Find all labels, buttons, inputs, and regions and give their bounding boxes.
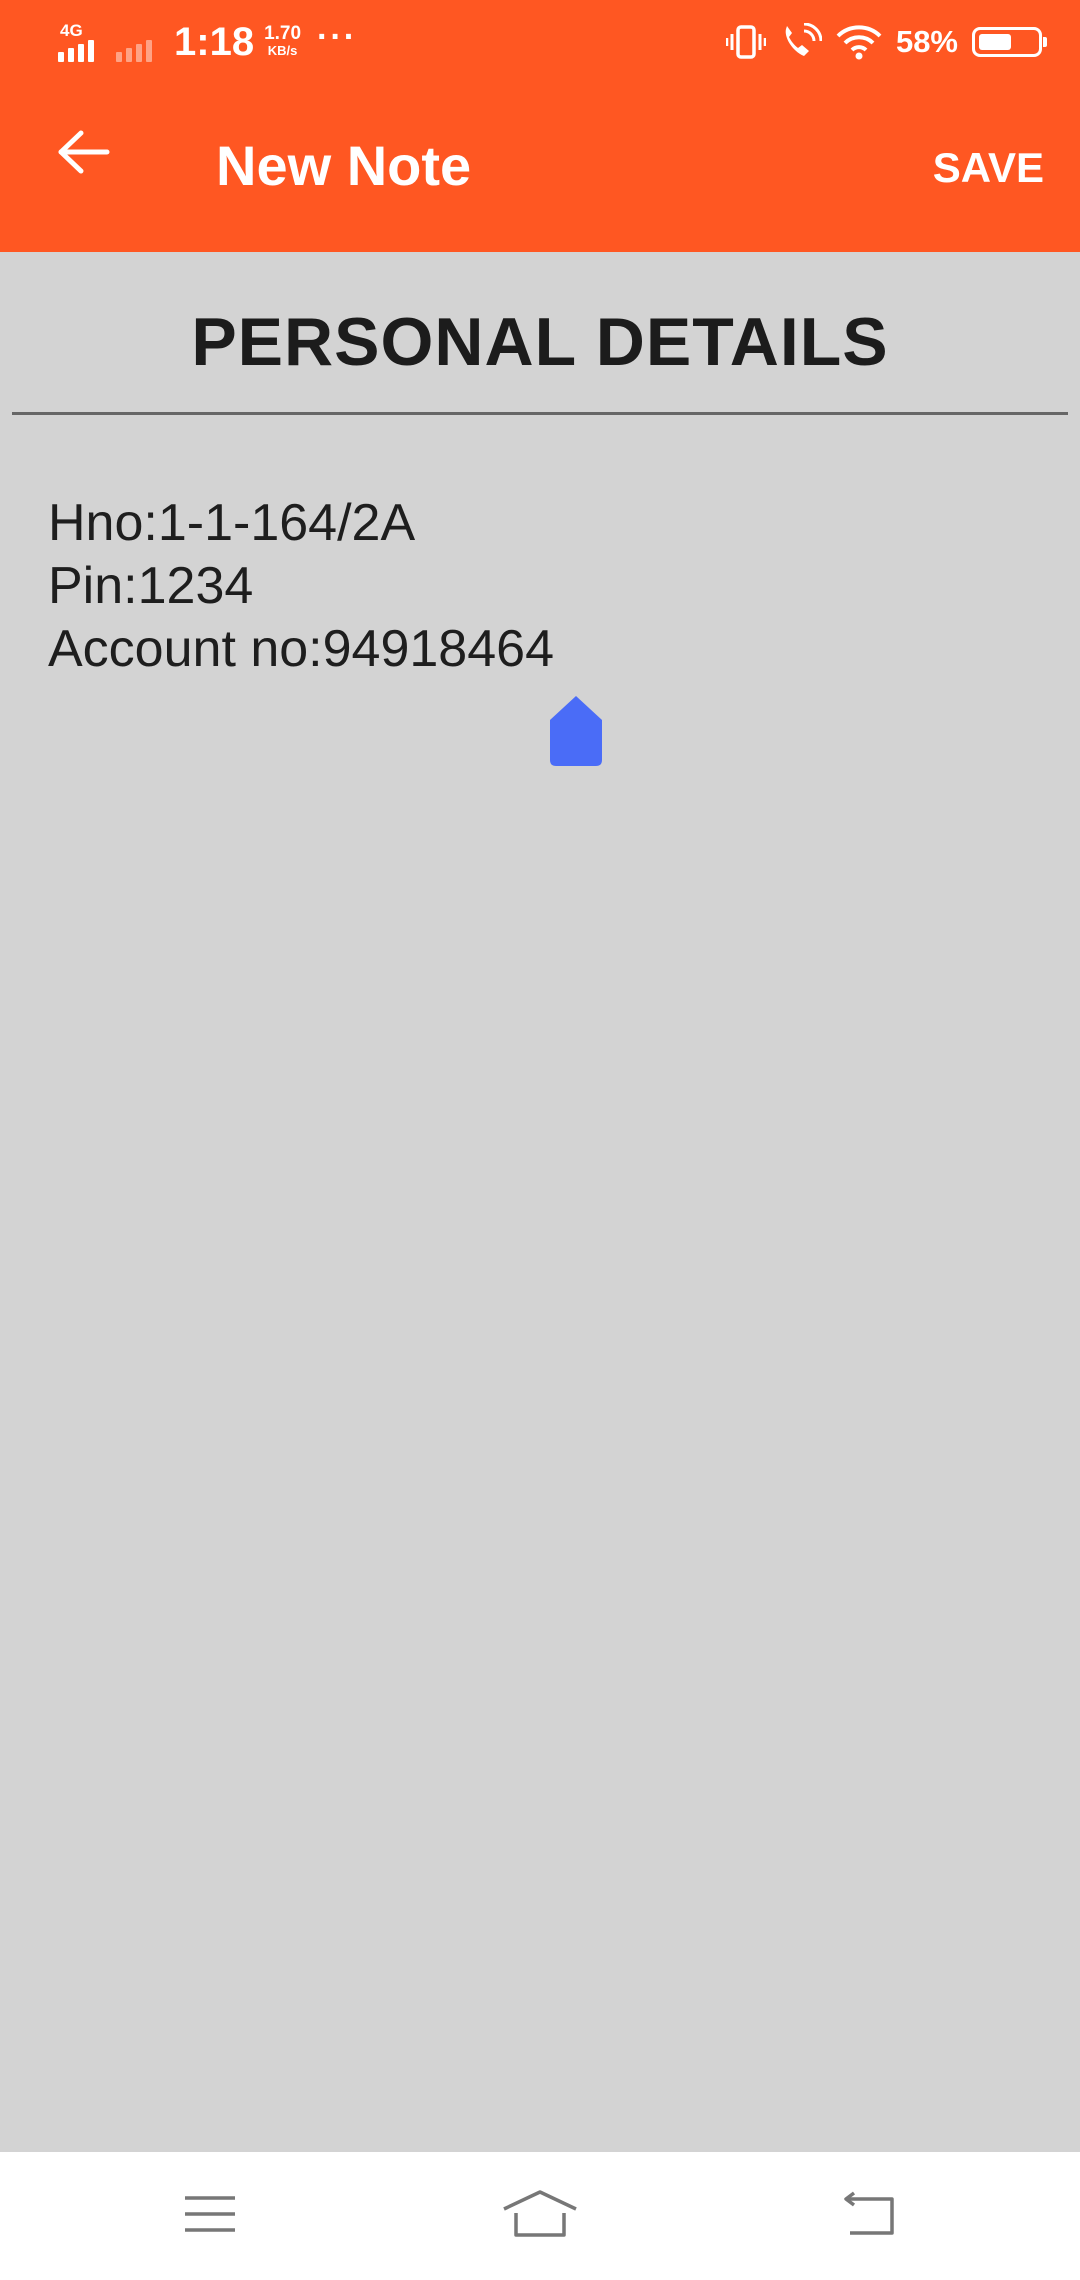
home-button[interactable] <box>500 2186 580 2246</box>
back-button[interactable] <box>44 114 124 194</box>
text-cursor-handle[interactable] <box>548 694 604 768</box>
system-back-button[interactable] <box>830 2186 910 2246</box>
menu-button[interactable] <box>170 2186 250 2246</box>
home-icon <box>502 2189 578 2244</box>
status-time: 1:18 <box>174 20 255 64</box>
network-type: 4G <box>60 21 83 40</box>
divider <box>12 412 1068 415</box>
signal-icon: 4G <box>58 22 106 62</box>
vibrate-icon <box>725 24 766 60</box>
more-notifications-icon: ··· <box>317 18 358 56</box>
save-button[interactable]: SAVE <box>933 144 1044 192</box>
arrow-back-icon <box>57 129 111 180</box>
note-line: Hno:1-1-164/2A <box>48 494 416 552</box>
app-bar: New Note SAVE <box>0 84 1080 252</box>
signal-icon-2 <box>116 22 152 62</box>
wifi-icon <box>836 24 882 60</box>
navigation-bar <box>0 2152 1080 2280</box>
menu-icon <box>183 2192 237 2241</box>
network-speed: 1.70 KB/s <box>264 23 302 58</box>
note-heading[interactable]: PERSONAL DETAILS <box>0 302 1080 382</box>
status-bar: 4G 1:18 1.70 KB/s ··· 58% <box>0 0 1080 84</box>
battery-percent: 58% <box>895 24 958 59</box>
back-icon <box>842 2191 898 2242</box>
wifi-calling-icon <box>780 23 822 61</box>
page-title: New Note <box>216 134 472 197</box>
battery-icon <box>972 27 1047 57</box>
note-body-input[interactable]: Hno:1-1-164/2A Pin:1234 Account no:94918… <box>48 492 554 681</box>
note-line: Pin:1234 <box>48 557 254 615</box>
note-line: Account no:94918464 <box>48 620 554 678</box>
